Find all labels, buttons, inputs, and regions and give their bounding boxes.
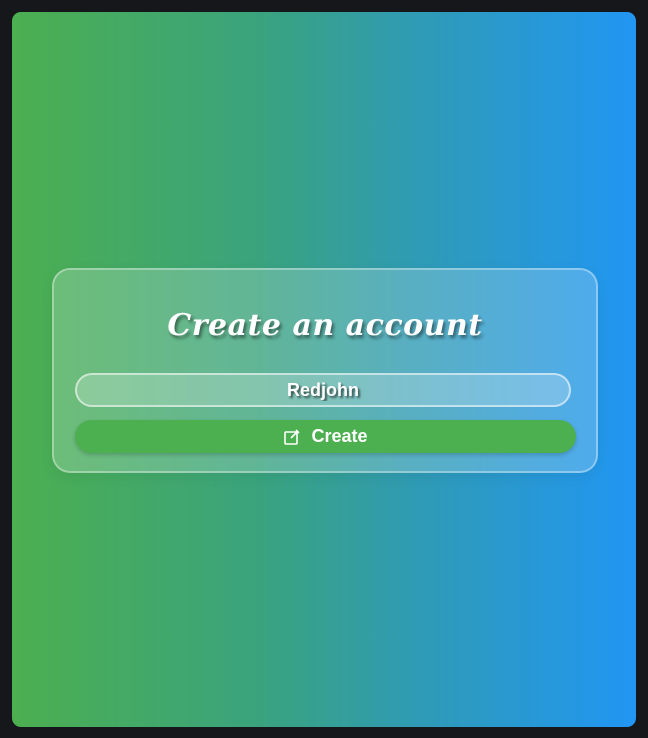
create-button[interactable]: Create xyxy=(75,420,576,453)
page-title: Create an account xyxy=(167,308,483,343)
gradient-background: Create an account Create xyxy=(12,12,636,727)
username-input[interactable] xyxy=(75,373,571,407)
create-account-card: Create an account Create xyxy=(52,268,598,473)
create-button-label: Create xyxy=(311,426,368,446)
edit-icon xyxy=(283,428,301,446)
